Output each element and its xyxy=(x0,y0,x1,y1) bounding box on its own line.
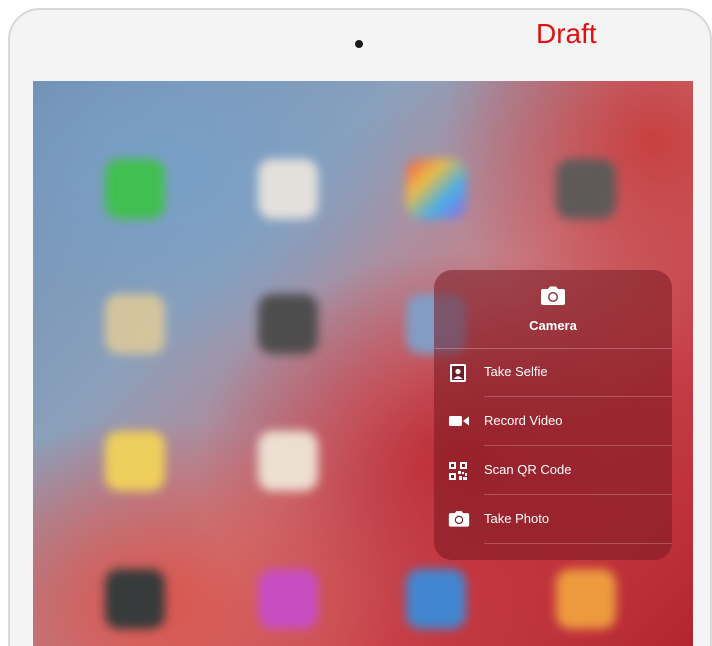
draft-watermark: Draft xyxy=(536,18,597,49)
dock-app-icon-blurred[interactable] xyxy=(406,569,466,629)
camera-icon xyxy=(448,510,470,528)
dock-app-icon-blurred[interactable] xyxy=(105,569,165,629)
divider xyxy=(484,543,672,544)
app-icon-blurred[interactable] xyxy=(105,431,165,491)
dock-app-icon-blurred[interactable] xyxy=(556,569,616,629)
camera-icon xyxy=(540,286,566,311)
action-label: Take Selfie xyxy=(484,364,548,379)
home-screen: Camera Take Selfie Record Video Scan QR … xyxy=(33,81,693,646)
record-video-action[interactable]: Record Video xyxy=(434,397,672,445)
front-camera-dot xyxy=(355,40,363,48)
video-icon xyxy=(448,412,469,430)
app-icon-blurred[interactable] xyxy=(406,159,466,219)
app-icon-blurred[interactable] xyxy=(258,431,318,491)
action-label: Record Video xyxy=(484,413,563,428)
quick-actions-header[interactable]: Camera xyxy=(434,270,672,348)
app-icon-blurred[interactable] xyxy=(556,159,616,219)
app-icon-blurred[interactable] xyxy=(105,294,165,354)
camera-quick-actions-menu: Camera Take Selfie Record Video Scan QR … xyxy=(434,270,672,560)
app-title: Camera xyxy=(529,318,577,333)
action-label: Scan QR Code xyxy=(484,462,572,477)
selfie-icon xyxy=(448,363,468,382)
qr-code-icon xyxy=(448,461,468,480)
dock-app-icon-blurred[interactable] xyxy=(258,569,318,629)
take-selfie-action[interactable]: Take Selfie xyxy=(434,348,672,396)
take-photo-action[interactable]: Take Photo xyxy=(434,495,672,543)
app-icon-blurred[interactable] xyxy=(258,159,318,219)
action-label: Take Photo xyxy=(484,511,550,526)
app-icon-blurred[interactable] xyxy=(258,294,318,354)
app-icon-blurred[interactable] xyxy=(105,159,165,219)
scan-qr-code-action[interactable]: Scan QR Code xyxy=(434,446,672,494)
